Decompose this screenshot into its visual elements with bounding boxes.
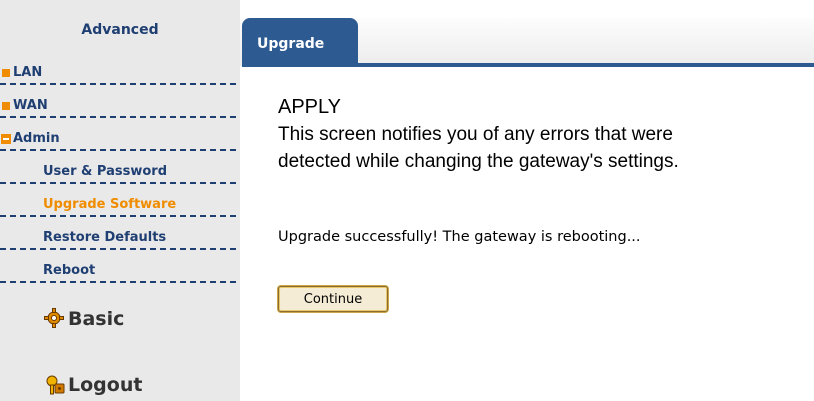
basic-label: Basic <box>68 308 125 330</box>
sidebar-item-label: Admin <box>13 131 60 146</box>
gear-icon <box>44 308 64 328</box>
sidebar-subitem-upgrade-software[interactable]: Upgrade Software <box>0 194 236 217</box>
sidebar: Advanced LAN WAN Admin User & Password U… <box>0 0 240 401</box>
sidebar-item-label: Upgrade Software <box>43 197 177 212</box>
sidebar-item-label: User & Password <box>43 164 167 179</box>
page-title: APPLY <box>278 96 341 118</box>
sidebar-item-wan[interactable]: WAN <box>0 95 236 118</box>
tab-underline <box>242 63 814 67</box>
orange-square-icon <box>2 69 10 77</box>
continue-button[interactable]: Continue <box>278 286 388 312</box>
sidebar-item-label: LAN <box>13 65 43 80</box>
description-line-2: detected while changing the gateway's se… <box>278 151 679 172</box>
orange-square-icon <box>2 102 10 110</box>
sidebar-subitem-user-password[interactable]: User & Password <box>0 161 236 184</box>
tab-label: Upgrade <box>257 36 325 52</box>
sidebar-item-label: WAN <box>13 98 48 113</box>
collapse-minus-icon <box>1 134 11 144</box>
sidebar-item-lan[interactable]: LAN <box>0 62 236 85</box>
key-lock-icon <box>46 375 65 395</box>
sidebar-subitem-restore-defaults[interactable]: Restore Defaults <box>0 227 236 250</box>
sidebar-item-label: Restore Defaults <box>43 230 167 245</box>
sidebar-title: Advanced <box>81 22 159 38</box>
description-line-1: This screen notifies you of any errors t… <box>278 124 673 145</box>
status-message: Upgrade successfully! The gateway is reb… <box>278 229 641 245</box>
logout-label: Logout <box>68 374 143 396</box>
sidebar-subitem-reboot[interactable]: Reboot <box>0 260 236 283</box>
tab-upgrade[interactable]: Upgrade <box>242 18 358 64</box>
sidebar-item-label: Reboot <box>43 263 96 278</box>
sidebar-item-admin[interactable]: Admin <box>0 128 236 151</box>
